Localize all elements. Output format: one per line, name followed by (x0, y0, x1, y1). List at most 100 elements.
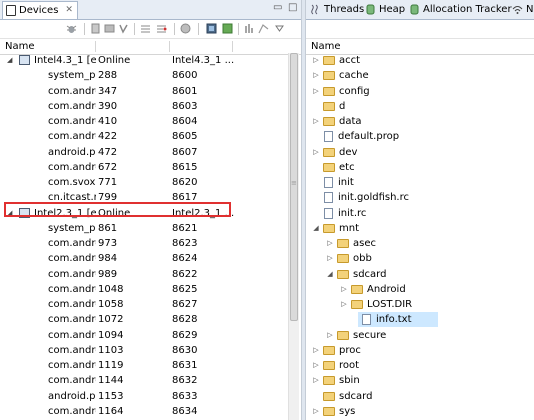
tree-folder-row[interactable]: d (306, 99, 345, 114)
tab-network[interactable]: Net (509, 1, 534, 18)
dump-hprof-icon[interactable] (104, 23, 115, 34)
tree-folder-row[interactable]: ▷ Android (306, 282, 405, 297)
devices-scroll-thumb[interactable] (290, 53, 298, 321)
chevron-down-icon[interactable]: ◢ (7, 53, 12, 68)
tree-file-row[interactable]: init.rc (306, 206, 366, 221)
chevron-right-icon[interactable]: ▷ (312, 84, 320, 99)
process-row[interactable]: com.svox.p771 8620 (0, 175, 287, 190)
tree-folder-row[interactable]: sdcard (306, 389, 372, 404)
minimize-icon[interactable]: ▭ (273, 2, 282, 13)
process-row[interactable]: com.andro989 8622 (0, 267, 287, 282)
chevron-right-icon[interactable]: ▷ (312, 343, 320, 358)
tree-folder-row[interactable]: ▷ config (306, 84, 369, 99)
chevron-down-icon[interactable]: ◢ (326, 267, 334, 282)
chevron-right-icon[interactable]: ▷ (326, 328, 334, 343)
process-row[interactable]: com.andro1072 8628 (0, 312, 287, 327)
process-port: 8634 (172, 405, 198, 417)
screen-capture-icon[interactable] (206, 23, 217, 34)
process-row[interactable]: android.pr 472 8607 (0, 145, 287, 160)
chevron-right-icon[interactable]: ▷ (312, 114, 320, 129)
tree-folder-row[interactable]: ▷ obb (306, 251, 372, 266)
process-row[interactable]: com.andro422 8605 (0, 129, 287, 144)
process-name: com.andro (48, 238, 96, 249)
tree-folder-row[interactable]: ▷ cache (306, 68, 368, 83)
chevron-right-icon[interactable]: ▷ (340, 282, 348, 297)
tab-allocation-label: Allocation Tracker (423, 4, 512, 15)
process-row[interactable]: android.pr 1153 8633 (0, 389, 287, 404)
process-port: 8607 (172, 146, 198, 158)
process-pid: 973 (98, 238, 118, 249)
tree-file-row[interactable]: default.prop (306, 129, 399, 144)
cause-gc-icon[interactable] (118, 23, 129, 34)
process-port: 8605 (172, 131, 198, 143)
chevron-right-icon[interactable]: ▷ (312, 358, 320, 373)
heap-icon (365, 4, 376, 15)
device-row[interactable]: ◢ Intel4.3_1 [emOnline Intel4.3_1 ... (0, 53, 287, 68)
process-row[interactable]: com.andro347 8601 (0, 84, 287, 99)
chevron-right-icon[interactable]: ▷ (312, 145, 320, 160)
tree-folder-row[interactable]: ▷ data (306, 114, 361, 129)
process-row[interactable]: com.andro390 8603 (0, 99, 287, 114)
tree-folder-row[interactable]: ▷ asec (306, 236, 376, 251)
systrace-icon[interactable] (222, 23, 233, 34)
tree-item-label: info.txt (376, 314, 412, 326)
chevron-down-icon[interactable]: ◢ (312, 221, 320, 236)
tree-folder-row[interactable]: ▷ acct (306, 53, 360, 68)
start-method-profiling-icon[interactable] (156, 23, 167, 34)
devices-scrollbar[interactable]: ≡ (288, 53, 299, 420)
process-row[interactable]: com.andro1164 8634 (0, 404, 287, 419)
process-row[interactable]: com.andro1119 8631 (0, 358, 287, 373)
process-row[interactable]: com.andro1048 8625 (0, 282, 287, 297)
chevron-right-icon[interactable]: ▷ (312, 373, 320, 388)
process-row[interactable]: com.andro1094 8629 (0, 328, 287, 343)
folder-icon (323, 56, 335, 65)
tab-heap[interactable]: Heap (362, 1, 409, 18)
tree-folder-row[interactable]: ▷ root (306, 358, 359, 373)
tree-item-label: acct (339, 55, 361, 66)
tree-folder-row[interactable]: ◢ mnt (306, 221, 359, 236)
view-menu-icon[interactable] (274, 23, 285, 34)
tree-folder-row[interactable]: ▷ LOST.DIR (306, 297, 412, 312)
process-row[interactable]: com.andro1058 8627 (0, 297, 287, 312)
tree-file-row[interactable]: info.txt (358, 312, 438, 328)
tree-file-row[interactable]: init.goldfish.rc (306, 190, 409, 205)
tree-folder-row[interactable]: ▷ sys (306, 404, 355, 419)
tree-folder-row[interactable]: ◢ sdcard (306, 267, 386, 282)
debug-bug-icon[interactable] (66, 23, 77, 34)
process-row[interactable]: system_prc288 8600 (0, 68, 287, 83)
tab-allocation-tracker[interactable]: Allocation Tracker (406, 1, 516, 18)
chevron-right-icon[interactable]: ▷ (326, 236, 334, 251)
process-row[interactable]: com.andro973 8623 (0, 236, 287, 251)
process-row[interactable]: system_prc861 8621 (0, 221, 287, 236)
hierarchy-view-icon[interactable] (258, 23, 269, 34)
stop-process-icon[interactable] (180, 23, 191, 34)
tree-folder-row[interactable]: ▷ proc (306, 343, 361, 358)
tab-threads[interactable]: Threads (307, 1, 368, 18)
maximize-icon[interactable]: □ (288, 2, 297, 13)
process-row[interactable]: com.andro672 8615 (0, 160, 287, 175)
chevron-right-icon[interactable]: ▷ (340, 297, 348, 312)
tree-folder-row[interactable]: ▷ dev (306, 145, 357, 160)
process-pid: 1103 (98, 344, 124, 356)
opengl-trace-icon[interactable] (244, 23, 255, 34)
tree-item-label: LOST.DIR (367, 299, 413, 310)
update-threads-icon[interactable] (140, 23, 151, 34)
process-name: com.andro (48, 161, 96, 173)
close-icon[interactable]: ✕ (65, 2, 73, 19)
update-heap-icon[interactable] (90, 23, 101, 34)
tree-item-label: mnt (339, 222, 359, 234)
chevron-right-icon[interactable]: ▷ (326, 251, 334, 266)
devices-tab[interactable]: Devices ✕ (2, 1, 78, 19)
tree-folder-row[interactable]: ▷ sbin (306, 373, 359, 388)
tree-file-row[interactable]: init (306, 175, 354, 190)
tree-item-label: etc (339, 161, 355, 173)
chevron-right-icon[interactable]: ▷ (312, 404, 320, 419)
chevron-right-icon[interactable]: ▷ (312, 68, 320, 83)
tree-folder-row[interactable]: ▷ secure (306, 328, 386, 343)
process-row[interactable]: com.andro984 8624 (0, 251, 287, 266)
process-row[interactable]: com.andro1144 8632 (0, 373, 287, 388)
chevron-right-icon[interactable]: ▷ (312, 53, 320, 68)
process-row[interactable]: com.andro410 8604 (0, 114, 287, 129)
process-row[interactable]: com.andro1103 8630 (0, 343, 287, 358)
tree-folder-row[interactable]: etc (306, 160, 355, 175)
